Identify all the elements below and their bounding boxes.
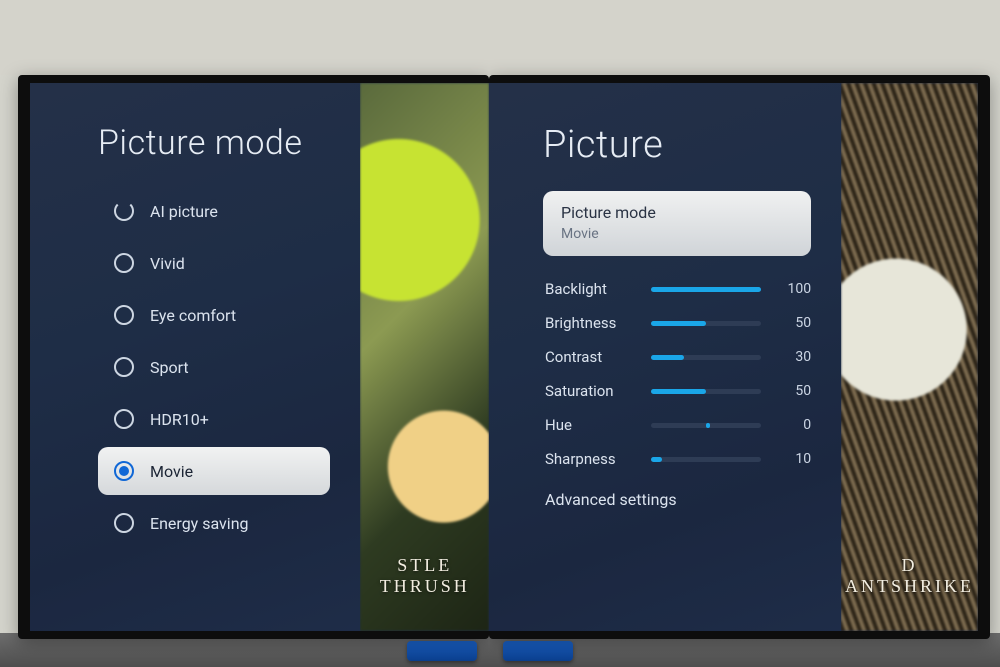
tv-frame: Picture Picture mode Movie Backlight100B… [489,75,990,639]
radio-icon [114,201,134,221]
slider-track[interactable] [651,423,761,428]
picture-mode-option-eye-comfort[interactable]: Eye comfort [98,291,330,339]
radio-icon [114,253,134,273]
radio-icon [114,513,134,533]
radio-icon [114,305,134,325]
slider-value: 30 [775,349,811,365]
option-label: Movie [150,462,193,481]
photo-left: Picture mode AI picture Vivid Eye comfort S… [0,0,489,667]
picture-mode-card[interactable]: Picture mode Movie [543,191,811,256]
card-label: Picture mode [561,203,793,222]
advanced-settings-link[interactable]: Advanced settings [543,484,811,515]
option-label: Vivid [150,254,185,273]
option-label: AI picture [150,202,218,221]
slider-label: Brightness [545,314,637,332]
slider-list: Backlight100Brightness50Contrast30Satura… [543,280,811,468]
slider-value: 50 [775,383,811,399]
picture-mode-option-energy-saving[interactable]: Energy saving [98,499,330,547]
blue-box [503,641,573,661]
slider-fill [706,423,710,428]
slider-track[interactable] [651,457,761,462]
slider-label: Saturation [545,382,637,400]
slider-track[interactable] [651,287,761,292]
slider-value: 10 [775,451,811,467]
slider-track[interactable] [651,389,761,394]
option-label: Energy saving [150,514,249,533]
menu-title: Picture mode [98,123,330,163]
photo-right: Picture Picture mode Movie Backlight100B… [489,0,1000,667]
option-label: Sport [150,358,189,377]
preview-caption: STLE THRUSH [360,555,489,597]
slider-sharpness[interactable]: Sharpness 10 [545,450,811,468]
tv-screen: Picture Picture mode Movie Backlight100B… [489,83,978,631]
slider-fill [651,321,706,326]
preview-caption: D ANTSHRIKE [841,555,978,597]
picture-mode-menu: Picture mode AI picture Vivid Eye comfort S… [30,83,360,631]
picture-mode-option-sport[interactable]: Sport [98,343,330,391]
radio-icon [114,357,134,377]
slider-value: 100 [775,281,811,297]
slider-track[interactable] [651,321,761,326]
slider-label: Hue [545,416,637,434]
option-label: Eye comfort [150,306,236,325]
picture-mode-option-ai-picture[interactable]: AI picture [98,187,330,235]
slider-backlight[interactable]: Backlight 100 [545,280,811,298]
radio-icon [114,461,134,481]
slider-contrast[interactable]: Contrast 30 [545,348,811,366]
slider-hue[interactable]: Hue 0 [545,416,811,434]
slider-fill [651,287,761,292]
wall [489,0,1000,75]
option-label: HDR10+ [150,410,209,429]
slider-fill [651,355,684,360]
picture-mode-option-vivid[interactable]: Vivid [98,239,330,287]
picture-settings-menu: Picture Picture mode Movie Backlight100B… [489,83,841,631]
slider-fill [651,389,706,394]
picture-mode-option-hdr10-[interactable]: HDR10+ [98,395,330,443]
slider-track[interactable] [651,355,761,360]
wall [0,0,489,75]
picture-mode-options: AI picture Vivid Eye comfort Sport HDR10+ Mov… [98,187,330,547]
slider-label: Backlight [545,280,637,298]
radio-icon [114,409,134,429]
content-preview: D ANTSHRIKE [841,83,978,631]
tv-screen: Picture mode AI picture Vivid Eye comfort S… [30,83,489,631]
slider-value: 0 [775,417,811,433]
blue-box [407,641,477,661]
slider-label: Sharpness [545,450,637,468]
slider-value: 50 [775,315,811,331]
slider-brightness[interactable]: Brightness 50 [545,314,811,332]
slider-label: Contrast [545,348,637,366]
card-value: Movie [561,226,793,242]
menu-title: Picture [543,123,811,167]
slider-saturation[interactable]: Saturation 50 [545,382,811,400]
picture-mode-option-movie[interactable]: Movie [98,447,330,495]
slider-fill [651,457,662,462]
content-preview: STLE THRUSH [360,83,489,631]
tv-frame: Picture mode AI picture Vivid Eye comfort S… [18,75,489,639]
